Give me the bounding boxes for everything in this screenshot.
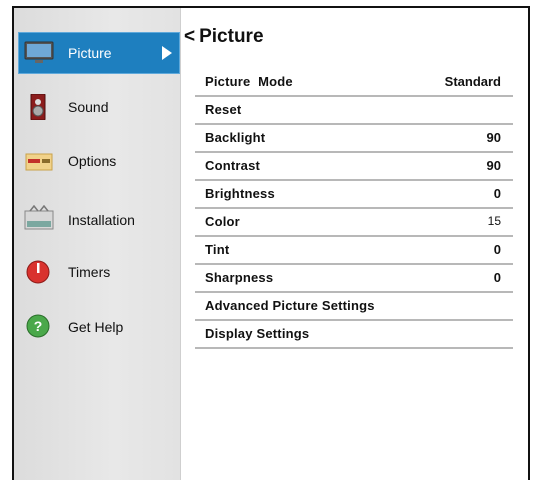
menu-item-label: Contrast: [205, 158, 261, 173]
settings-window: Picture Sound Options Installation Timer…: [12, 6, 530, 480]
sidebar-item-label: Picture: [68, 45, 112, 61]
menu-item-value: 0: [493, 242, 501, 257]
menu-item-color[interactable]: Color 15: [195, 209, 513, 237]
menu-item-label: Backlight: [205, 130, 266, 145]
page-title: < Picture: [184, 26, 264, 48]
menu-item-reset[interactable]: Reset: [195, 97, 513, 125]
menu-item-label: Reset: [205, 102, 242, 117]
sidebar-item-sound[interactable]: Sound: [18, 86, 180, 128]
chevron-right-icon: [162, 46, 172, 60]
sidebar-item-label: Get Help: [68, 319, 124, 335]
menu-item-value: 90: [486, 158, 501, 173]
menu-item-value: 0: [493, 186, 501, 201]
menu-item-tint[interactable]: Tint 0: [195, 237, 513, 265]
menu-item-brightness[interactable]: Brightness 0: [195, 181, 513, 209]
menu-item-sharpness[interactable]: Sharpness 0: [195, 265, 513, 293]
sidebar-item-label: Sound: [68, 99, 109, 115]
sidebar-item-label: Options: [68, 153, 117, 169]
installation-icon: [24, 204, 54, 231]
menu-item-label: Sharpness: [205, 270, 274, 285]
options-icon: [24, 148, 54, 174]
menu-item-contrast[interactable]: Contrast 90: [195, 153, 513, 181]
sidebar-item-get-help[interactable]: ? Get Help: [18, 306, 180, 348]
menu-item-value: 15: [487, 214, 501, 228]
sidebar-item-timers[interactable]: Timers: [18, 251, 180, 293]
menu-item-label: Tint: [205, 242, 230, 257]
menu-item-value: 90: [486, 130, 501, 145]
help-icon: ?: [24, 313, 54, 339]
sidebar-item-installation[interactable]: Installation: [18, 199, 180, 241]
timer-icon: [24, 258, 54, 284]
svg-text:?: ?: [34, 318, 43, 334]
menu-item-value: Standard: [444, 74, 501, 89]
back-arrow-icon[interactable]: <: [184, 26, 195, 47]
sidebar: Picture Sound Options Installation Timer…: [14, 8, 181, 480]
menu-item-value: 0: [493, 270, 501, 285]
menu-item-label: Color: [205, 214, 240, 229]
menu-item-label: Brightness: [205, 186, 275, 201]
menu-item-label: Advanced Picture Settings: [205, 298, 375, 313]
sidebar-item-picture[interactable]: Picture: [18, 32, 180, 74]
menu-item-backlight[interactable]: Backlight 90: [195, 125, 513, 153]
sidebar-item-label: Installation: [68, 212, 135, 228]
speaker-icon: [24, 93, 54, 121]
menu-item-picture-mode[interactable]: Picture Mode Standard: [195, 69, 513, 97]
picture-settings-menu: Picture Mode Standard Reset Backlight 90…: [195, 69, 513, 349]
tv-icon: [24, 40, 54, 66]
menu-item-display-settings[interactable]: Display Settings: [195, 321, 513, 349]
menu-item-label: Picture Mode: [205, 74, 293, 89]
page-title-text: Picture: [199, 26, 264, 47]
sidebar-item-label: Timers: [68, 264, 111, 280]
menu-item-advanced-picture-settings[interactable]: Advanced Picture Settings: [195, 293, 513, 321]
menu-item-label: Display Settings: [205, 326, 310, 341]
sidebar-item-options[interactable]: Options: [18, 140, 180, 182]
